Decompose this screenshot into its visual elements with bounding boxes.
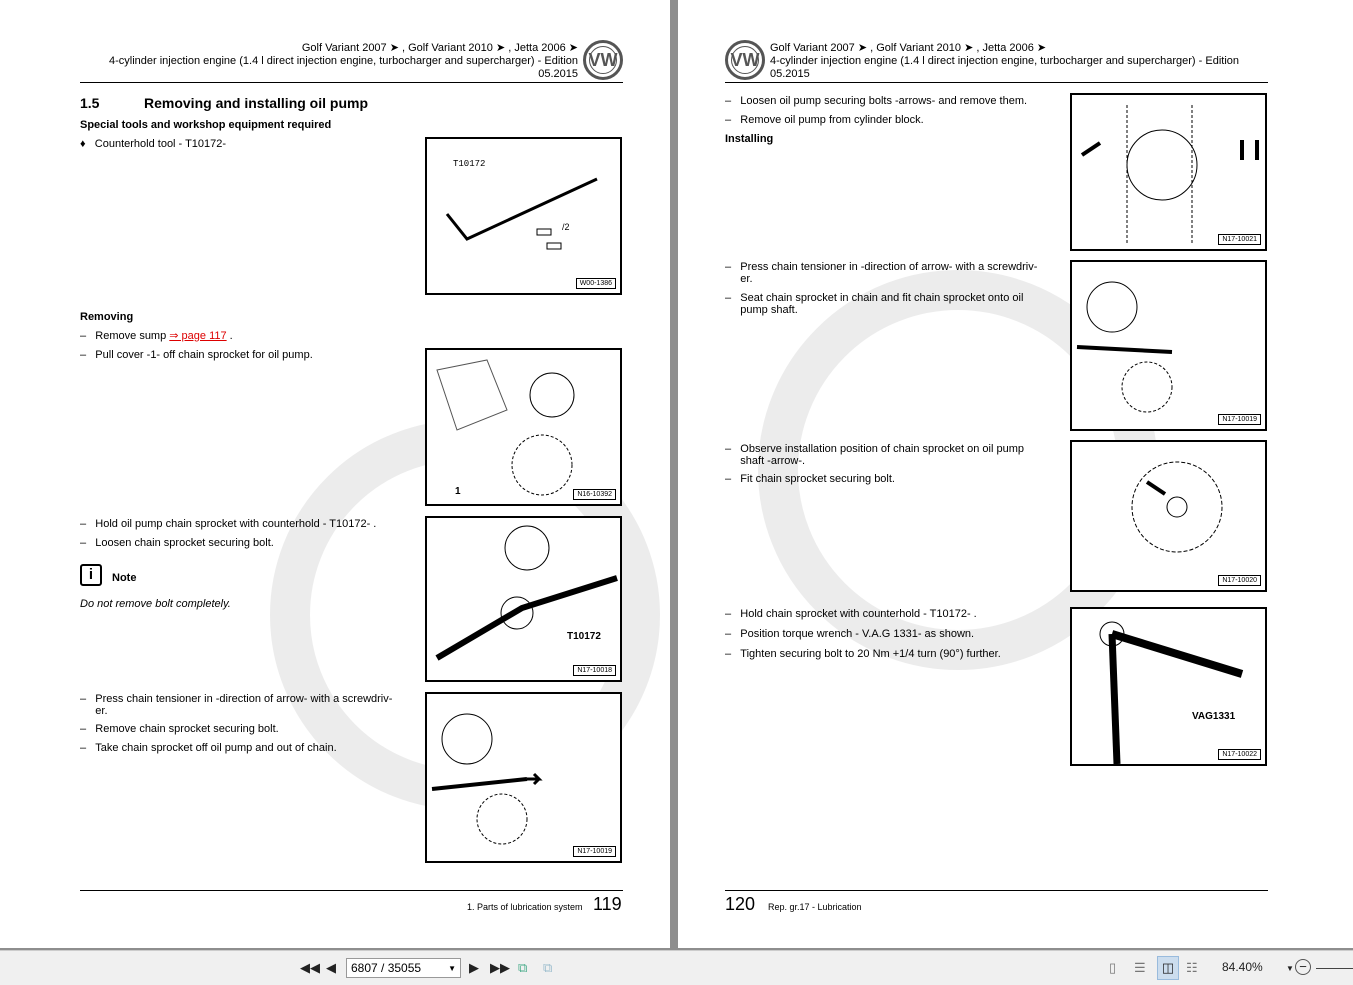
previous-view-icon[interactable]: ⧉: [518, 960, 527, 976]
figure-chain-tensioner: N17-10019: [425, 692, 622, 863]
step: – Loosen oil pump securing bolts -arrows…: [725, 95, 1028, 107]
figure-chain-cover: 1 N16-10392: [425, 348, 622, 506]
zoom-out-icon[interactable]: −: [1295, 959, 1311, 975]
last-page-icon[interactable]: ▶▶: [490, 960, 510, 976]
step: – Seat chain sprocket in chain and fit c…: [725, 292, 1024, 316]
right-page: VW Golf Variant 2007 ➤ , Golf Variant 20…: [678, 0, 1353, 948]
zoom-level[interactable]: 84.40%: [1222, 960, 1263, 974]
next-page-icon[interactable]: ▶: [469, 960, 479, 976]
step: – Loosen chain sprocket securing bolt.: [80, 537, 274, 549]
step: – Fit chain sprocket securing bolt.: [725, 473, 895, 485]
continuous-facing-icon[interactable]: ☷: [1186, 960, 1198, 976]
single-page-icon[interactable]: ▯: [1109, 960, 1116, 976]
section-number: 1.5: [80, 95, 100, 111]
first-page-icon[interactable]: ◀◀: [300, 960, 320, 976]
figure-oil-pump-bolts: N17-10021: [1070, 93, 1267, 251]
page-number: 120: [725, 894, 756, 914]
page-header: Golf Variant 2007 ➤ , Golf Variant 2010 …: [770, 42, 1240, 80]
header-date: 05.2015: [538, 68, 578, 80]
page-number: 119: [593, 894, 622, 914]
step: – Remove chain sprocket securing bolt.: [80, 723, 279, 735]
note-label: Note: [112, 572, 137, 584]
figure-counterhold-tool: T10172 /2 W00-1386: [425, 137, 622, 295]
removing-heading: Removing: [80, 311, 134, 323]
figure-chain-tensioner: N17-10019: [1070, 260, 1267, 431]
vw-logo: VW: [583, 40, 623, 80]
tools-heading: Special tools and workshop equipment req…: [80, 119, 332, 131]
next-view-icon[interactable]: ⧉: [543, 960, 552, 976]
step: – Press chain tensioner in -direction of…: [80, 693, 393, 717]
step: – Observe installation position of chain…: [725, 443, 1025, 467]
pdf-toolbar: ◀◀ ◀ 6807 / 35055 ▼ ▶ ▶▶ ⧉ ⧉ ▯ ☰ ◫ ☷ 84.4…: [0, 950, 1353, 985]
vw-logo: VW: [725, 40, 765, 80]
step: – Pull cover -1- off chain sprocket for …: [80, 349, 313, 361]
step: – Hold oil pump chain sprocket with coun…: [80, 518, 377, 530]
step: – Press chain tensioner in -direction of…: [725, 261, 1038, 285]
page-number-input[interactable]: 6807 / 35055 ▼: [346, 958, 461, 978]
page-link[interactable]: ⇒ page 117: [169, 330, 226, 342]
footer-text: 1. Parts of lubrication system: [467, 902, 583, 912]
page-header: Golf Variant 2007 ➤ , Golf Variant 2010 …: [58, 42, 578, 81]
figure-counterhold-sprocket: T10172 N17-10018: [425, 516, 622, 682]
figure-sprocket-position: N17-10020: [1070, 440, 1267, 592]
left-page: Golf Variant 2007 ➤ , Golf Variant 2010 …: [0, 0, 670, 948]
header-engine: 4-cylinder injection engine (1.4 l direc…: [108, 55, 542, 67]
header-models: Golf Variant 2007 ➤ , Golf Variant 2010 …: [301, 42, 578, 54]
step: – Position torque wrench - V.A.G 1331- a…: [725, 628, 975, 640]
step: – Remove oil pump from cylinder block.: [725, 114, 924, 126]
continuous-icon[interactable]: ☰: [1134, 960, 1146, 976]
tool-item: ♦ Counterhold tool - T10172-: [80, 138, 227, 150]
zoom-slider[interactable]: [1316, 968, 1353, 969]
step: – Take chain sprocket off oil pump and o…: [80, 742, 337, 754]
facing-pages-icon[interactable]: ◫: [1157, 956, 1179, 980]
step: – Tighten securing bolt to 20 Nm +1/4 tu…: [725, 648, 1001, 660]
installing-heading: Installing: [725, 133, 774, 145]
note-text: Do not remove bolt completely.: [80, 598, 231, 610]
info-icon: i: [80, 564, 102, 586]
step: – Remove sump ⇒ page 117 .: [80, 330, 233, 342]
section-title: Removing and installing oil pump: [144, 95, 369, 111]
prev-page-icon[interactable]: ◀: [326, 960, 336, 976]
step: – Hold chain sprocket with counterhold -…: [725, 608, 977, 620]
zoom-dropdown-icon[interactable]: ▼: [1286, 964, 1294, 973]
header-edition: Edition: [544, 55, 578, 67]
figure-torque-wrench: VAG1331 N17-10022: [1070, 607, 1267, 766]
footer-text: Rep. gr.17 - Lubrication: [768, 902, 862, 912]
